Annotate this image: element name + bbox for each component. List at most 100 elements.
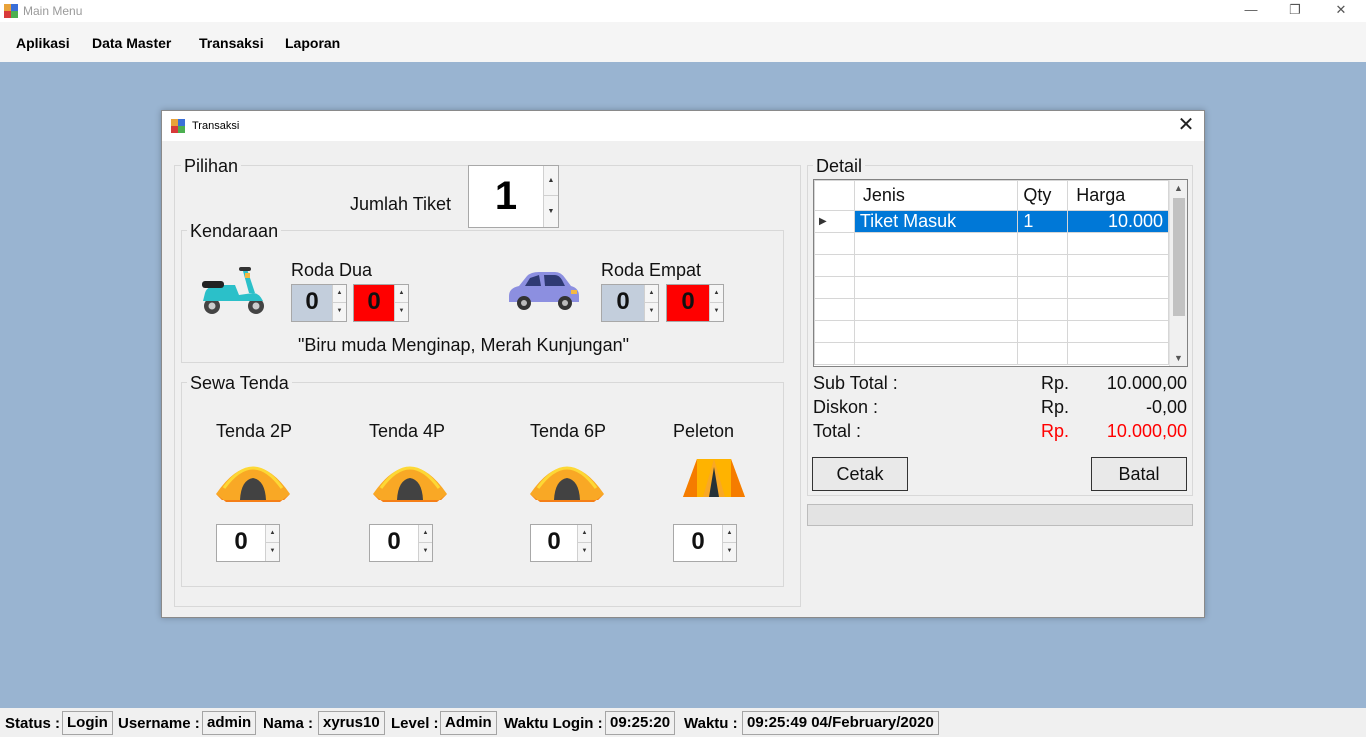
sewa-tenda-group-label: Sewa Tenda xyxy=(187,373,292,394)
window-title: Main Menu xyxy=(23,4,83,18)
table-row[interactable] xyxy=(814,298,1169,321)
status-value: Login xyxy=(62,711,113,735)
dialog-title: Transaksi xyxy=(192,120,240,132)
jumlah-tiket-down-arrow-icon[interactable]: ▼ xyxy=(544,197,558,227)
minimize-button[interactable]: — xyxy=(1228,0,1274,22)
cell-jenis[interactable]: Tiket Masuk xyxy=(853,210,1019,233)
up-arrow-icon[interactable]: ▲ xyxy=(395,285,408,303)
status-label: Status : xyxy=(5,715,61,732)
tenda-2p-label: Tenda 2P xyxy=(216,421,293,441)
peleton-value[interactable]: 0 xyxy=(674,525,722,561)
roda-empat-inap-stepper[interactable]: 0 ▲ ▼ xyxy=(601,284,659,322)
down-arrow-icon[interactable]: ▼ xyxy=(710,303,723,321)
down-arrow-icon[interactable]: ▼ xyxy=(333,303,346,321)
down-arrow-icon[interactable]: ▼ xyxy=(578,543,591,561)
tenda-4p-label: Tenda 4P xyxy=(369,421,446,441)
column-header-qty[interactable]: Qty xyxy=(1017,180,1069,211)
diskon-currency: Rp. xyxy=(1041,397,1070,417)
down-arrow-icon[interactable]: ▼ xyxy=(395,303,408,321)
tenda-6p-value[interactable]: 0 xyxy=(531,525,577,561)
table-row[interactable]: ▶ Tiket Masuk 1 10.000 xyxy=(814,210,1169,233)
roda-dua-label: Roda Dua xyxy=(291,260,373,280)
grid-corner xyxy=(814,180,855,211)
dome-tent-icon xyxy=(216,466,290,502)
table-row[interactable] xyxy=(814,320,1169,343)
peleton-tent-icon xyxy=(683,459,745,497)
column-header-harga[interactable]: Harga xyxy=(1067,180,1169,211)
table-row[interactable] xyxy=(814,276,1169,299)
close-button[interactable]: ✕ xyxy=(1318,0,1364,22)
sub-total-label: Sub Total : xyxy=(813,373,898,393)
menu-data-master[interactable]: Data Master xyxy=(92,35,171,51)
tenda-2p-stepper[interactable]: 0 ▲ ▼ xyxy=(216,524,280,562)
peleton-label: Peleton xyxy=(673,421,735,441)
roda-empat-label: Roda Empat xyxy=(601,260,702,280)
grid-vertical-scrollbar[interactable]: ▲ ▼ xyxy=(1169,180,1187,366)
table-row[interactable] xyxy=(814,254,1169,277)
scroll-thumb[interactable] xyxy=(1173,198,1185,316)
dialog-title-bar: Transaksi ✕ xyxy=(162,111,1204,141)
tenda-6p-stepper[interactable]: 0 ▲ ▼ xyxy=(530,524,592,562)
tenda-4p-value[interactable]: 0 xyxy=(370,525,418,561)
up-arrow-icon[interactable]: ▲ xyxy=(710,285,723,303)
menu-transaksi[interactable]: Transaksi xyxy=(199,35,264,51)
nama-label: Nama : xyxy=(263,715,314,732)
down-arrow-icon[interactable]: ▼ xyxy=(266,543,279,561)
waktu-login-label: Waktu Login : xyxy=(504,715,603,732)
up-arrow-icon[interactable]: ▲ xyxy=(419,525,432,543)
waktu-label: Waktu : xyxy=(684,715,738,732)
car-icon xyxy=(509,272,579,310)
roda-dua-kunjungan-value[interactable]: 0 xyxy=(354,285,394,321)
scroll-up-icon[interactable]: ▲ xyxy=(1170,180,1187,196)
detail-grid[interactable]: Jenis Qty Harga ▶ Tiket Masuk 1 10.000 ▲… xyxy=(813,179,1188,367)
roda-empat-kunjungan-stepper[interactable]: 0 ▲ ▼ xyxy=(666,284,724,322)
down-arrow-icon[interactable]: ▼ xyxy=(723,543,736,561)
up-arrow-icon[interactable]: ▲ xyxy=(723,525,736,543)
kendaraan-group-label: Kendaraan xyxy=(187,221,282,242)
down-arrow-icon[interactable]: ▼ xyxy=(645,303,658,321)
sub-total-currency: Rp. xyxy=(1041,373,1070,393)
diskon-label: Diskon : xyxy=(813,397,879,417)
tenda-2p-value[interactable]: 0 xyxy=(217,525,265,561)
up-arrow-icon[interactable]: ▲ xyxy=(333,285,346,303)
table-row[interactable] xyxy=(814,232,1169,255)
restore-button[interactable]: ❐ xyxy=(1272,0,1318,22)
waktu-login-value: 09:25:20 xyxy=(605,711,676,735)
down-arrow-icon[interactable]: ▼ xyxy=(419,543,432,561)
jumlah-tiket-stepper[interactable]: 1 ▲ ▼ xyxy=(468,165,559,228)
up-arrow-icon[interactable]: ▲ xyxy=(266,525,279,543)
up-arrow-icon[interactable]: ▲ xyxy=(578,525,591,543)
jumlah-tiket-up-arrow-icon[interactable]: ▲ xyxy=(544,166,558,196)
batal-button[interactable]: Batal xyxy=(1091,457,1187,491)
menu-laporan[interactable]: Laporan xyxy=(285,35,340,51)
roda-empat-inap-value[interactable]: 0 xyxy=(602,285,644,321)
roda-empat-kunjungan-value[interactable]: 0 xyxy=(667,285,709,321)
scroll-down-icon[interactable]: ▼ xyxy=(1170,350,1187,366)
roda-dua-inap-value[interactable]: 0 xyxy=(292,285,332,321)
dialog-close-button[interactable]: ✕ xyxy=(1174,115,1198,137)
jumlah-tiket-value[interactable]: 1 xyxy=(469,166,543,227)
cell-qty[interactable]: 1 xyxy=(1017,210,1069,233)
total-value: 10.000,00 xyxy=(1106,421,1187,441)
menu-bar: Aplikasi Data Master Transaksi Laporan xyxy=(0,22,1366,62)
cell-harga[interactable]: 10.000 xyxy=(1067,210,1169,233)
peleton-stepper[interactable]: 0 ▲ ▼ xyxy=(673,524,737,562)
kendaraan-note: "Biru muda Menginap, Merah Kunjungan" xyxy=(298,335,629,355)
up-arrow-icon[interactable]: ▲ xyxy=(645,285,658,303)
column-header-jenis[interactable]: Jenis xyxy=(853,180,1019,211)
dome-tent-icon xyxy=(373,466,447,502)
cetak-button[interactable]: Cetak xyxy=(812,457,908,491)
main-title-bar: Main Menu — ❐ ✕ xyxy=(0,0,1366,22)
table-row[interactable] xyxy=(814,342,1169,365)
app-icon xyxy=(4,4,18,18)
row-pointer-icon: ▶ xyxy=(814,210,855,233)
total-label: Total : xyxy=(813,421,862,441)
tenda-6p-label: Tenda 6P xyxy=(530,421,607,441)
jumlah-tiket-label: Jumlah Tiket xyxy=(350,194,452,214)
roda-dua-inap-stepper[interactable]: 0 ▲ ▼ xyxy=(291,284,347,322)
progress-bar xyxy=(807,504,1193,526)
roda-dua-kunjungan-stepper[interactable]: 0 ▲ ▼ xyxy=(353,284,409,322)
status-bar: Status : Login Username : admin Nama : x… xyxy=(0,708,1366,737)
tenda-4p-stepper[interactable]: 0 ▲ ▼ xyxy=(369,524,433,562)
menu-aplikasi[interactable]: Aplikasi xyxy=(16,35,70,51)
